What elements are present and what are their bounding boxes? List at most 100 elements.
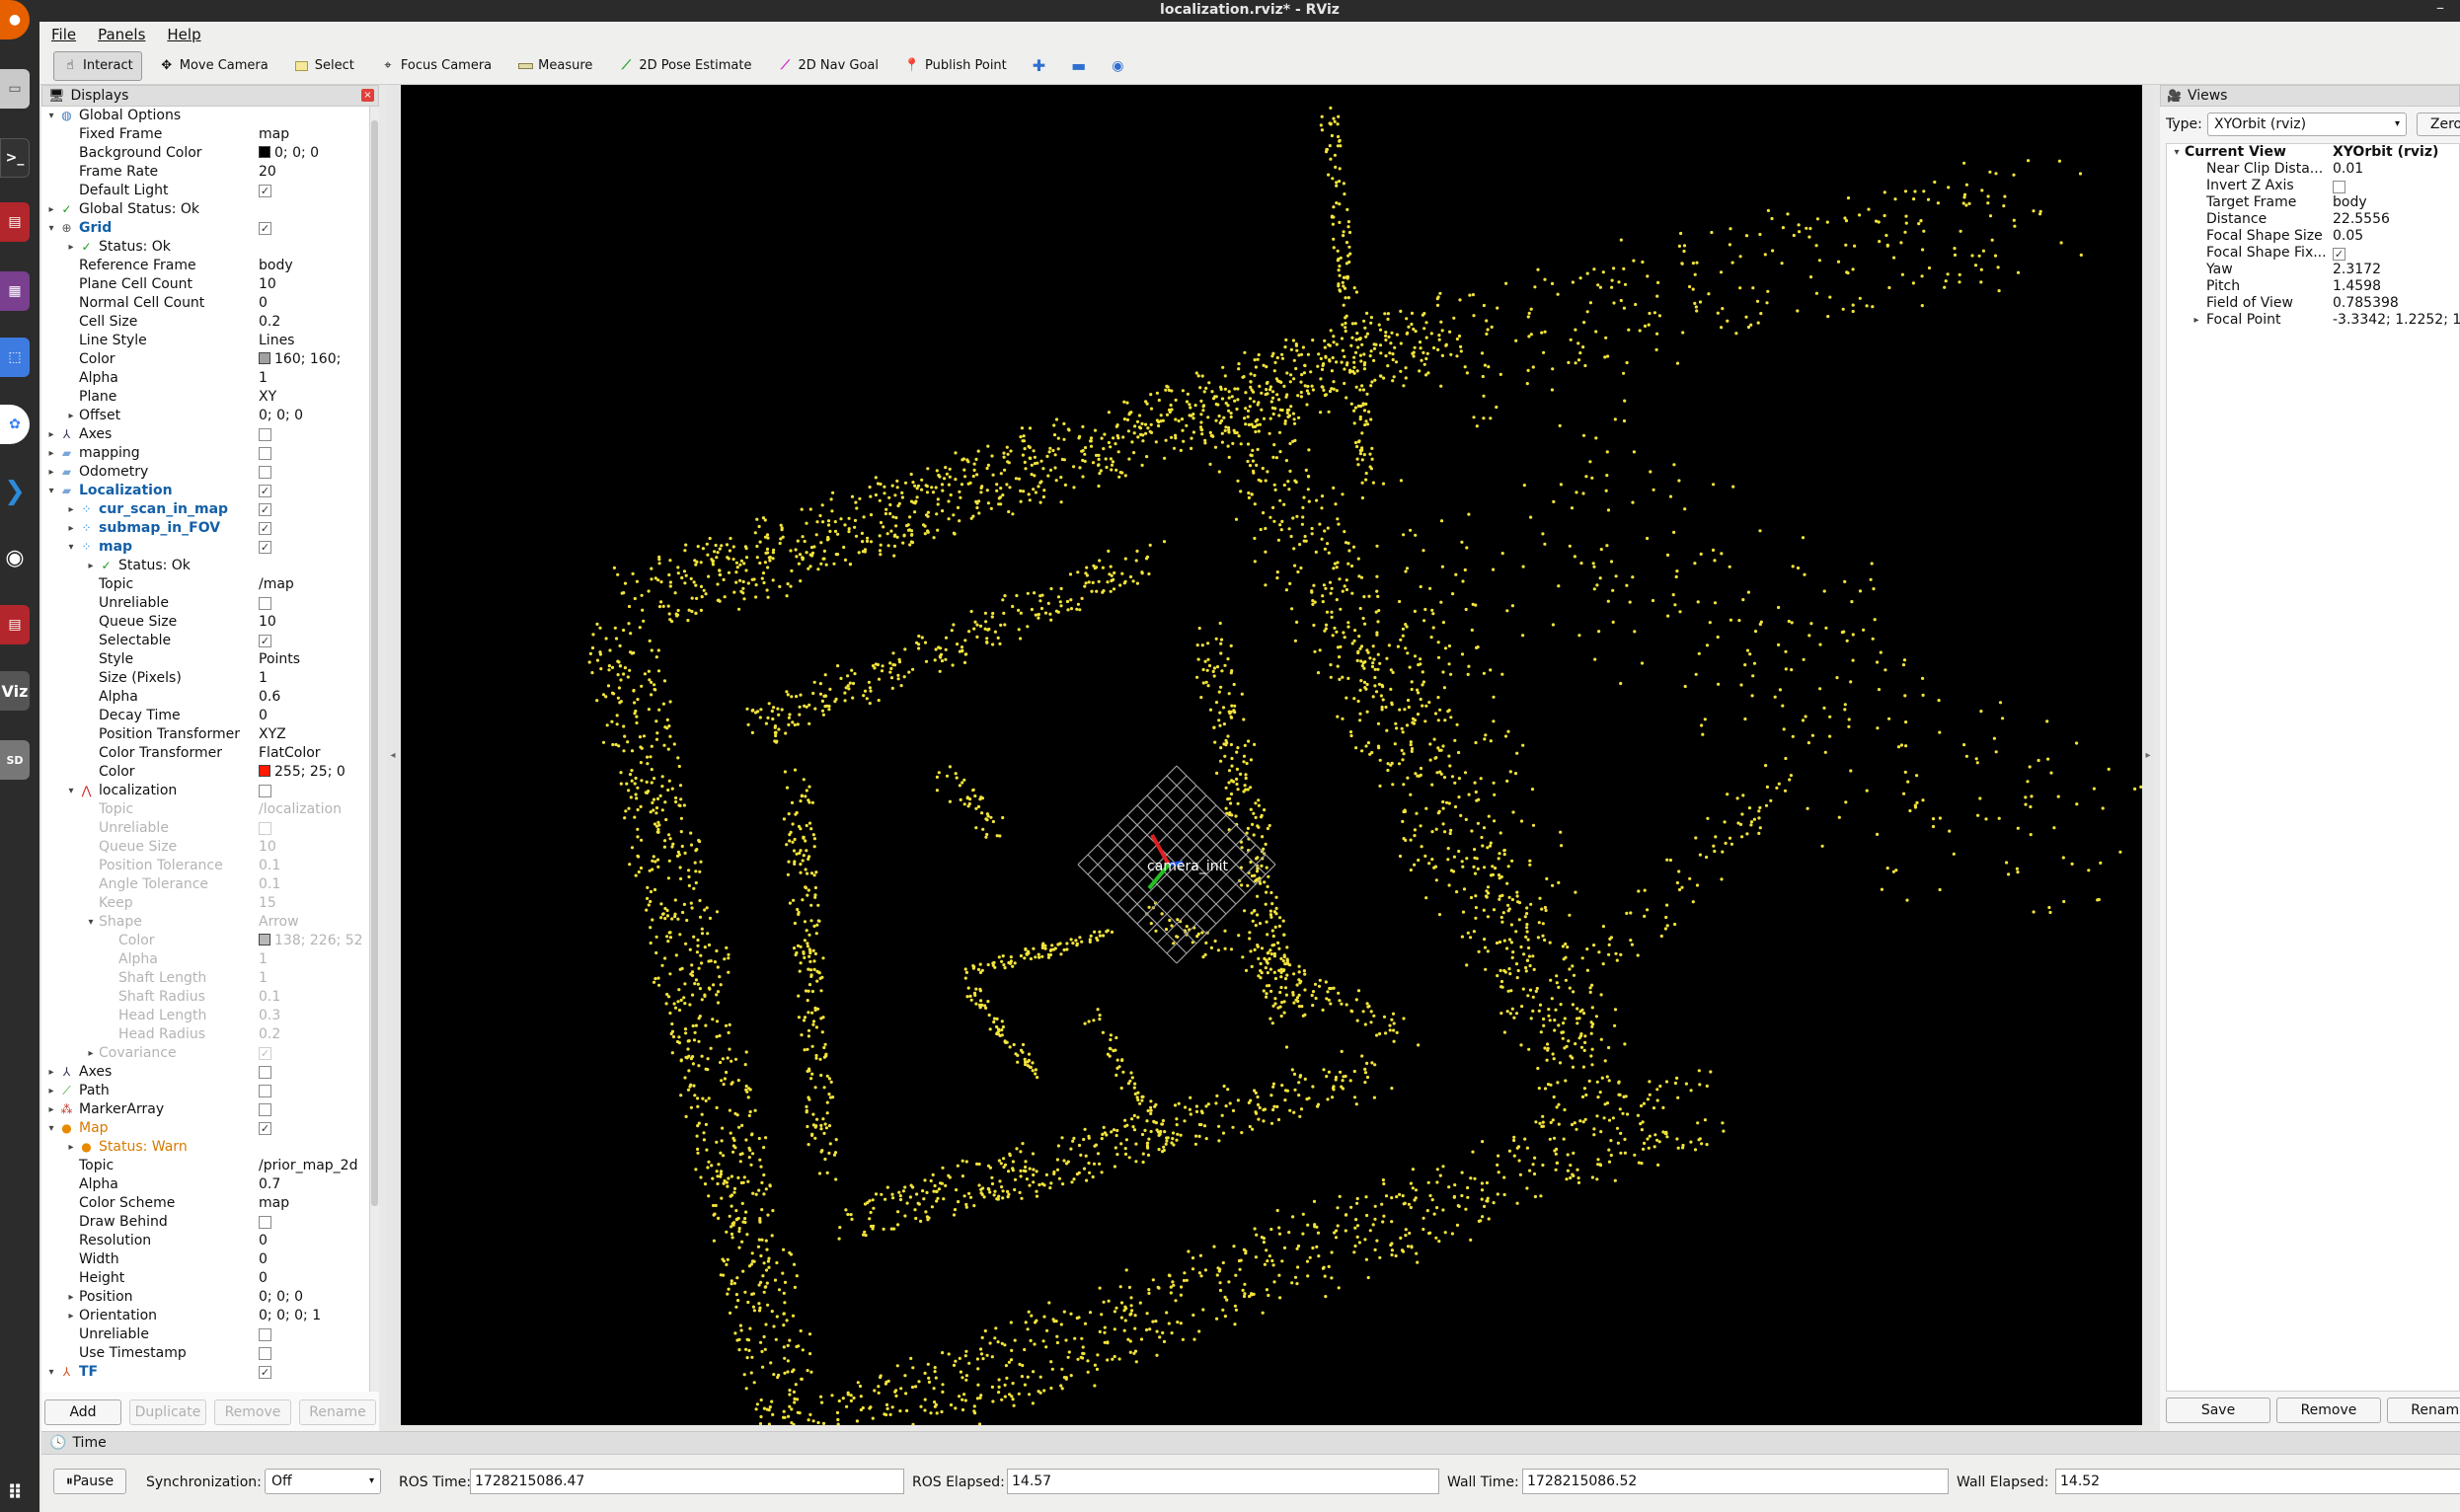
checkbox[interactable] xyxy=(259,466,271,479)
tree-row-value[interactable]: Points xyxy=(259,651,300,667)
tree-row[interactable]: ▸ ● Status: Warn xyxy=(41,1138,369,1157)
point-cloud-canvas[interactable]: camera_init xyxy=(401,85,2142,1425)
tree-row[interactable]: ▸ Position 0; 0; 0 xyxy=(41,1288,369,1307)
app-red-icon[interactable]: ▤ xyxy=(0,202,30,242)
tree-row-value-cell[interactable]: 22.5556 xyxy=(2333,211,2390,228)
tree-row[interactable]: ▸ ⁂ MarkerArray xyxy=(41,1100,369,1119)
app-colorful-icon[interactable]: ✿ xyxy=(0,405,30,444)
expand-arrow-icon[interactable]: ▾ xyxy=(65,538,77,557)
app-red2-icon[interactable]: ▤ xyxy=(0,605,30,644)
tree-row[interactable]: Color 255; 25; 0 xyxy=(41,763,369,782)
ros-time-field[interactable]: 1728215086.47 xyxy=(470,1469,904,1494)
tree-row-value-cell[interactable]: 10 xyxy=(259,613,276,632)
tree-row[interactable]: Position Tolerance 0.1 xyxy=(41,857,369,875)
tree-row-value-cell[interactable]: 0.2 xyxy=(259,313,280,332)
tree-row[interactable]: Alpha 1 xyxy=(41,950,369,969)
scrollbar-thumb[interactable] xyxy=(371,120,378,1206)
tree-row-value-cell[interactable]: /map xyxy=(259,575,294,594)
tree-row-value[interactable]: 0; 0; 0 xyxy=(259,408,303,423)
tree-row-value[interactable]: 0 xyxy=(259,295,268,311)
tree-row[interactable]: Unreliable xyxy=(41,594,369,613)
tree-row-value-cell[interactable]: 1 xyxy=(259,669,268,688)
tree-row-value[interactable]: 0.1 xyxy=(259,876,280,892)
tree-row[interactable]: Height 0 xyxy=(41,1269,369,1288)
tree-row[interactable]: Unreliable xyxy=(41,1325,369,1344)
tree-row-value[interactable]: 15 xyxy=(259,895,276,911)
checkbox[interactable]: ✓ xyxy=(259,1366,271,1379)
tree-row-value-cell[interactable]: 0.05 xyxy=(2333,228,2363,245)
expand-arrow-icon[interactable]: ▾ xyxy=(45,219,57,238)
video-icon[interactable]: ▦ xyxy=(0,271,30,311)
tree-row[interactable]: ▾ ▰ Localization ✓ xyxy=(41,482,369,500)
tree-row[interactable]: ▾ ⋀ localization xyxy=(41,782,369,800)
tree-row-value-cell[interactable]: 0 xyxy=(259,1232,268,1250)
tree-row[interactable]: Head Length 0.3 xyxy=(41,1007,369,1025)
tree-row-value-cell[interactable]: 0.1 xyxy=(259,857,280,875)
collapse-arrow-icon[interactable]: ▸ xyxy=(45,425,57,444)
tree-row[interactable]: Topic/prior_map_2d xyxy=(41,1157,369,1175)
checkbox[interactable]: ✓ xyxy=(259,503,271,516)
expand-arrow-icon[interactable]: ▾ xyxy=(45,107,57,125)
publish-point-tool[interactable]: 📍 Publish Point xyxy=(895,51,1016,81)
tree-row[interactable]: Unreliable xyxy=(41,819,369,838)
pose-estimate-tool[interactable]: ⟋ 2D Pose Estimate xyxy=(609,51,760,81)
duplicate-display-button[interactable]: Duplicate xyxy=(129,1399,206,1425)
tree-row[interactable]: Fixed Frame map xyxy=(41,125,369,144)
expand-arrow-icon[interactable]: ▾ xyxy=(85,913,97,932)
render-viewport[interactable]: camera_init xyxy=(401,85,2142,1425)
checkbox[interactable] xyxy=(259,822,271,835)
tree-row-value-cell[interactable]: 15 xyxy=(259,894,276,913)
tree-row[interactable]: Alpha 1 xyxy=(41,369,369,388)
tree-row-value-cell[interactable]: 138; 226; 52 xyxy=(259,932,363,950)
tree-row-value-cell[interactable]: -3.3342; 1.2252; 1.1 xyxy=(2333,312,2460,329)
tree-row-value[interactable]: 0; 0; 0; 1 xyxy=(259,1308,321,1323)
checkbox[interactable] xyxy=(259,1085,271,1097)
collapse-arrow-icon[interactable]: ▸ xyxy=(65,238,77,257)
checkbox[interactable]: ✓ xyxy=(259,222,271,235)
tree-row-value[interactable]: 0.785398 xyxy=(2333,295,2399,311)
left-splitter[interactable]: ◂ xyxy=(387,85,399,1425)
tree-row[interactable]: Frame Rate 20 xyxy=(41,163,369,182)
tree-row[interactable]: Distance 22.5556 xyxy=(2167,211,2459,228)
tree-row-value[interactable]: 0.2 xyxy=(259,314,280,330)
tree-row-value-cell[interactable]: XYOrbit (rviz) xyxy=(2333,144,2438,161)
collapse-arrow-icon[interactable]: ▸ xyxy=(65,1138,77,1157)
tree-row[interactable]: ▾ Shape Arrow xyxy=(41,913,369,932)
expand-arrow-icon[interactable]: ▾ xyxy=(45,1363,57,1382)
checkbox[interactable]: ✓ xyxy=(259,1122,271,1135)
collapse-arrow-icon[interactable]: ▸ xyxy=(2191,312,2202,329)
tree-row[interactable]: ▸ ✓ Status: Ok xyxy=(41,238,369,257)
select-tool[interactable]: Select xyxy=(285,51,363,81)
tree-row-value-cell[interactable]: 0 xyxy=(259,707,268,725)
checkbox[interactable]: ✓ xyxy=(259,522,271,535)
tree-row-value-cell[interactable]: 1 xyxy=(259,950,268,969)
checkbox[interactable] xyxy=(259,785,271,797)
wall-elapsed-field[interactable]: 14.52 xyxy=(2055,1469,2460,1494)
vscode-icon[interactable]: ❯ xyxy=(0,472,30,511)
tree-row-value-cell[interactable]: XY xyxy=(259,388,276,407)
tree-row[interactable]: Queue Size 10 xyxy=(41,613,369,632)
tree-row-value[interactable]: body xyxy=(2333,194,2367,210)
expand-arrow-icon[interactable]: ▾ xyxy=(2171,144,2183,161)
tree-row-value[interactable]: 0.3 xyxy=(259,1008,280,1023)
tree-row-value-cell[interactable]: 10 xyxy=(259,838,276,857)
tree-row[interactable]: ▸Focal Point -3.3342; 1.2252; 1.1 xyxy=(2167,312,2460,329)
tree-row[interactable]: Reference Frame body xyxy=(41,257,369,275)
tree-row[interactable]: ▸ Orientation 0; 0; 0; 1 xyxy=(41,1307,369,1325)
tree-row[interactable]: ▸ ⟋ Path xyxy=(41,1082,369,1100)
tree-row[interactable]: Alpha 0.7 xyxy=(41,1175,369,1194)
checkbox[interactable]: ✓ xyxy=(259,185,271,197)
checkbox[interactable] xyxy=(259,447,271,460)
tree-row-value-cell[interactable]: 0.6 xyxy=(259,688,280,707)
tree-row-value[interactable]: /map xyxy=(259,576,294,592)
tree-row[interactable]: Resolution 0 xyxy=(41,1232,369,1250)
checkbox[interactable] xyxy=(259,1066,271,1079)
zero-view-button[interactable]: Zero xyxy=(2417,113,2460,136)
tree-row[interactable]: Topic/localization xyxy=(41,800,369,819)
tree-row-value[interactable]: XY xyxy=(259,389,276,405)
collapse-arrow-icon[interactable]: ▸ xyxy=(65,1288,77,1307)
tree-row[interactable]: Focal Shape Fix... ✓ xyxy=(2167,245,2459,262)
firefox-icon[interactable]: ● xyxy=(0,0,30,39)
displays-scrollbar[interactable] xyxy=(369,107,379,1392)
tree-row-value[interactable]: Arrow xyxy=(259,914,299,930)
